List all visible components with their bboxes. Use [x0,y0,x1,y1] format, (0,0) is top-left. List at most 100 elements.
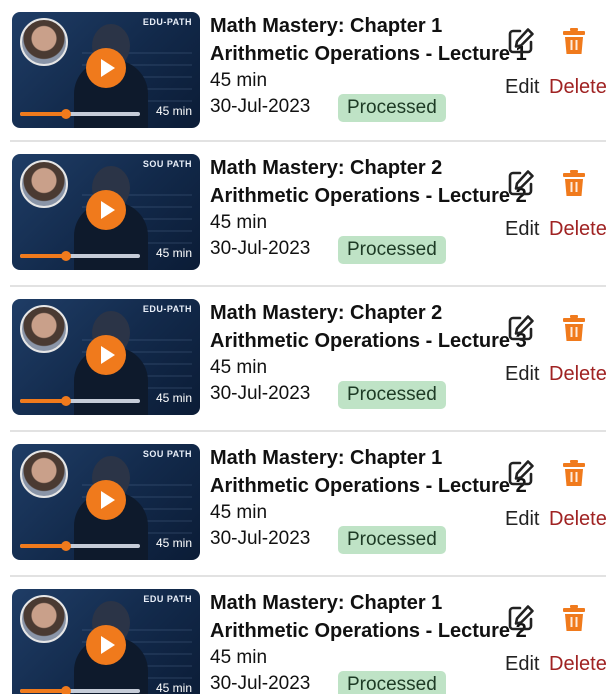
play-icon[interactable] [86,190,126,230]
edit-button[interactable]: Edit [505,363,539,385]
video-thumbnail[interactable]: SOU PATH 45 min [12,154,200,270]
lecture-date: 30-Jul-2023 [210,238,311,259]
lecture-chapter: Math Mastery: Chapter 2 [210,157,443,179]
playback-progress-fill [20,112,66,116]
row-actions: Edit Delete [505,76,607,99]
channel-brand: EDU PATH [143,594,192,604]
channel-brand: SOU PATH [142,159,192,169]
play-icon[interactable] [86,625,126,665]
playback-progress-fill [20,254,66,258]
lecture-title: Arithmetic Operations - Lecture 3 [210,330,527,352]
lecture-chapter: Math Mastery: Chapter 1 [210,592,443,614]
delete-button[interactable]: Delete [549,76,607,98]
channel-brand: SOU PATH [142,449,192,459]
date-status-row: 30-Jul-2023 Processed [210,236,510,266]
lecture-chapter: Math Mastery: Chapter 2 [210,302,443,324]
lecture-date: 30-Jul-2023 [210,673,311,694]
trash-icon[interactable] [559,458,589,488]
thumbnail-duration: 45 min [155,391,192,405]
playback-progress-bar[interactable] [20,686,140,694]
lecture-info: Math Mastery: Chapter 1 Arithmetic Opera… [210,12,527,124]
play-icon[interactable] [86,48,126,88]
delete-button[interactable]: Delete [549,218,607,240]
status-badge: Processed [338,381,446,409]
playback-scrubber-handle[interactable] [60,109,71,119]
lecture-chapter: Math Mastery: Chapter 1 [210,15,443,37]
edit-icon[interactable] [506,313,536,343]
lecture-title: Arithmetic Operations - Lecture 1 [210,43,527,65]
date-status-row: 30-Jul-2023 Processed [210,671,510,694]
lecture-duration: 45 min [210,502,268,523]
lecture-date: 30-Jul-2023 [210,383,311,404]
playback-progress-fill [20,399,66,403]
playback-progress-bar[interactable] [20,109,140,119]
playback-progress-bar[interactable] [20,541,140,551]
video-thumbnail[interactable]: EDU-PATH 45 min [12,299,200,415]
instructor-avatar [20,450,68,498]
lecture-info: Math Mastery: Chapter 2 Arithmetic Opera… [210,299,527,411]
lecture-title: Arithmetic Operations - Lecture 2 [210,185,527,207]
edit-icon[interactable] [506,458,536,488]
lecture-title: Arithmetic Operations - Lecture 2 [210,475,527,497]
playback-scrubber-handle[interactable] [60,686,71,694]
video-thumbnail[interactable]: EDU-PATH 45 min [12,12,200,128]
lecture-list: EDU-PATH 45 min Math Mastery: Chapter 1 … [0,0,616,694]
row-actions: Edit Delete [505,218,607,241]
edit-icon[interactable] [506,26,536,56]
trash-icon[interactable] [559,26,589,56]
playback-scrubber-handle[interactable] [60,396,71,406]
lecture-date: 30-Jul-2023 [210,528,311,549]
playback-progress-bar[interactable] [20,396,140,406]
row-actions: Edit Delete [505,653,607,676]
status-badge: Processed [338,236,446,264]
lecture-row[interactable]: SOU PATH 45 min Math Mastery: Chapter 1 … [0,432,616,577]
edit-button[interactable]: Edit [505,76,539,98]
playback-scrubber-handle[interactable] [60,251,71,261]
instructor-avatar [20,305,68,353]
edit-icon[interactable] [506,603,536,633]
edit-button[interactable]: Edit [505,653,539,675]
lecture-row[interactable]: EDU-PATH 45 min Math Mastery: Chapter 1 … [0,0,616,142]
delete-button[interactable]: Delete [549,653,607,675]
lecture-info: Math Mastery: Chapter 1 Arithmetic Opera… [210,444,527,556]
playback-progress-fill [20,544,66,548]
status-badge: Processed [338,671,446,694]
lecture-title: Arithmetic Operations - Lecture 2 [210,620,527,642]
delete-button[interactable]: Delete [549,363,607,385]
lecture-duration: 45 min [210,212,268,233]
edit-button[interactable]: Edit [505,508,539,530]
trash-icon[interactable] [559,603,589,633]
row-actions: Edit Delete [505,508,607,531]
lecture-duration: 45 min [210,70,268,91]
thumbnail-duration: 45 min [155,246,192,260]
lecture-row[interactable]: EDU PATH 45 min Math Mastery: Chapter 1 … [0,577,616,694]
play-icon[interactable] [86,335,126,375]
edit-button[interactable]: Edit [505,218,539,240]
thumbnail-duration: 45 min [155,536,192,550]
instructor-avatar [20,18,68,66]
lecture-duration: 45 min [210,647,268,668]
lecture-chapter: Math Mastery: Chapter 1 [210,447,443,469]
playback-progress-bar[interactable] [20,251,140,261]
lecture-info: Math Mastery: Chapter 1 Arithmetic Opera… [210,589,527,694]
row-actions: Edit Delete [505,363,607,386]
lecture-info: Math Mastery: Chapter 2 Arithmetic Opera… [210,154,527,266]
date-status-row: 30-Jul-2023 Processed [210,381,510,411]
video-thumbnail[interactable]: SOU PATH 45 min [12,444,200,560]
lecture-date: 30-Jul-2023 [210,96,311,117]
date-status-row: 30-Jul-2023 Processed [210,94,510,124]
video-thumbnail[interactable]: EDU PATH 45 min [12,589,200,694]
playback-progress-fill [20,689,66,693]
edit-icon[interactable] [506,168,536,198]
playback-scrubber-handle[interactable] [60,541,71,551]
thumbnail-duration: 45 min [155,681,192,694]
play-icon[interactable] [86,480,126,520]
status-badge: Processed [338,526,446,554]
lecture-row[interactable]: SOU PATH 45 min Math Mastery: Chapter 2 … [0,142,616,287]
date-status-row: 30-Jul-2023 Processed [210,526,510,556]
lecture-row[interactable]: EDU-PATH 45 min Math Mastery: Chapter 2 … [0,287,616,432]
lecture-duration: 45 min [210,357,268,378]
delete-button[interactable]: Delete [549,508,607,530]
trash-icon[interactable] [559,313,589,343]
trash-icon[interactable] [559,168,589,198]
